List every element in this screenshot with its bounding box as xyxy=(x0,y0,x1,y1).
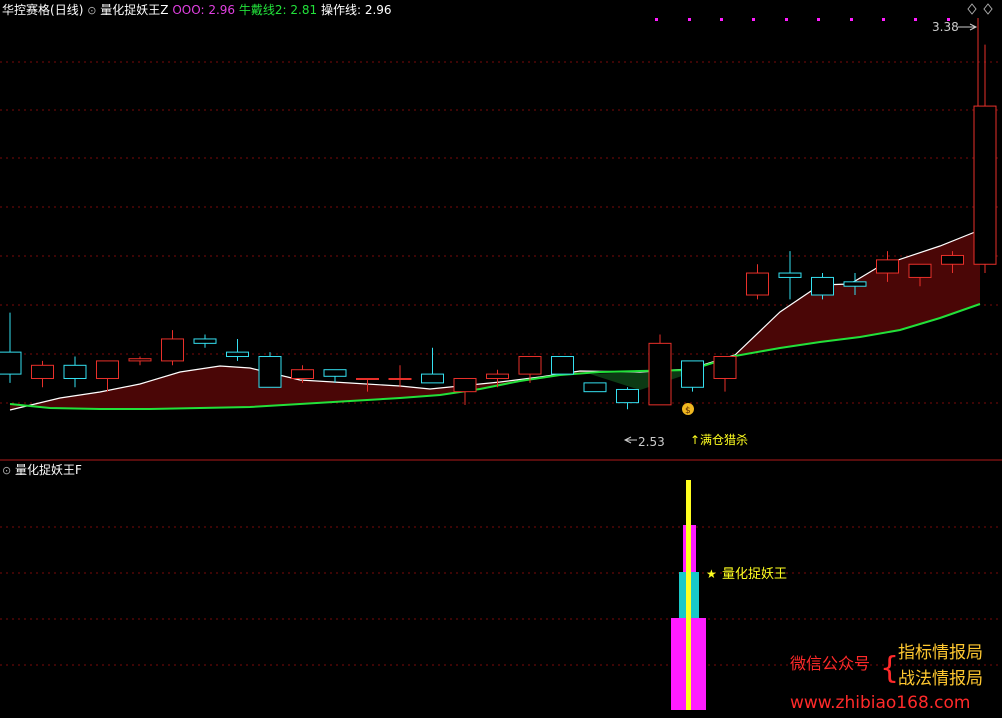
sub-indicator-name: 量化捉妖王F xyxy=(15,463,82,477)
candle xyxy=(258,352,282,388)
candle xyxy=(778,251,802,300)
candle xyxy=(388,365,412,388)
full-position-label: 满仓猎杀 xyxy=(700,432,748,447)
candle-body xyxy=(941,254,964,265)
candle xyxy=(681,360,704,392)
ooo-label: OOO: xyxy=(172,3,205,17)
up-arrow-icon: ↑ xyxy=(690,433,700,447)
candle xyxy=(96,360,119,392)
signal-bars xyxy=(671,480,706,710)
op-value: 2.96 xyxy=(364,3,392,17)
candle-body xyxy=(681,360,704,388)
candle-body xyxy=(226,351,249,358)
sub-grid xyxy=(0,526,1002,666)
brace-icon: { xyxy=(880,651,899,686)
chart-canvas: 3.38 2.53 $ ↑ 满仓猎杀 ★ 量化捉妖王 微信公众号 { 指标情报局… xyxy=(0,3,1002,713)
candle-body xyxy=(388,377,412,380)
candle-body xyxy=(128,358,152,362)
candle-body xyxy=(356,377,379,380)
candle xyxy=(616,387,639,410)
candle xyxy=(31,360,54,388)
op-label: 操作线: xyxy=(320,3,361,17)
candle xyxy=(811,273,834,300)
candle-body xyxy=(63,364,87,379)
candle xyxy=(551,356,574,375)
candle-body xyxy=(583,382,607,393)
candle-body xyxy=(453,377,477,393)
account-2: 战法情报局 xyxy=(898,669,983,689)
candle xyxy=(226,338,249,361)
candle-body xyxy=(973,105,997,265)
bull-value: 2.81 xyxy=(290,3,318,17)
candle-body xyxy=(616,388,639,404)
candle-body xyxy=(31,364,54,379)
high-price-label: 3.38 xyxy=(932,20,959,34)
ooo-value: 2.96 xyxy=(208,3,236,17)
svg-text:$: $ xyxy=(685,406,691,416)
candle xyxy=(193,334,217,348)
low-price-label: 2.53 xyxy=(638,435,665,449)
candle-body xyxy=(258,356,282,388)
candlesticks xyxy=(0,44,997,410)
money-bag-icon: $ xyxy=(682,403,694,416)
candle-body xyxy=(746,272,769,296)
candle-body xyxy=(648,342,672,406)
candle-body xyxy=(0,351,22,375)
candle xyxy=(128,356,152,366)
candle xyxy=(323,369,347,383)
bull-label: 牛戴线2: xyxy=(238,3,287,17)
diamond-icon-2[interactable] xyxy=(983,3,993,15)
candle xyxy=(161,330,184,366)
main-header: 华控赛格(日线) ⊙ 量化捉妖王Z OOO: 2.96 牛戴线2: 2.81 操… xyxy=(2,3,392,18)
candle-body xyxy=(778,272,802,278)
signal-dots xyxy=(655,18,950,21)
candle-body xyxy=(713,356,737,379)
candle xyxy=(746,264,769,300)
candle-body xyxy=(421,373,444,384)
candle xyxy=(421,347,444,384)
candle-body xyxy=(323,369,347,377)
chevron-down-icon[interactable]: ⊙ xyxy=(87,4,96,17)
candle-body xyxy=(161,338,184,362)
period-label: (日线) xyxy=(50,3,84,17)
candle-body xyxy=(908,263,932,278)
candle-body xyxy=(843,281,867,287)
wechat-label: 微信公众号 xyxy=(790,654,870,673)
indicator-name: 量化捉妖王Z xyxy=(100,3,169,17)
signal-label: 量化捉妖王 xyxy=(722,567,787,582)
candle xyxy=(0,312,22,383)
diamond-icon[interactable] xyxy=(967,3,977,15)
candle-body xyxy=(551,356,574,375)
candle-body xyxy=(811,276,834,296)
candle-body xyxy=(518,356,542,375)
candle-body xyxy=(193,338,217,344)
candle xyxy=(648,334,672,406)
candle xyxy=(713,356,737,392)
candle-body xyxy=(876,259,899,274)
candle xyxy=(63,356,87,388)
candle xyxy=(453,377,477,405)
candle-body xyxy=(291,369,314,379)
star-icon: ★ xyxy=(706,567,717,581)
candle xyxy=(583,382,607,393)
candle-body xyxy=(486,373,509,379)
account-1: 指标情报局 xyxy=(898,643,983,663)
candle-body xyxy=(96,360,119,379)
chevron-down-icon[interactable]: ⊙ xyxy=(2,464,11,477)
candle xyxy=(973,44,997,274)
sub-header: ⊙ 量化捉妖王F xyxy=(2,463,82,478)
website-label: www.zhibiao168.com xyxy=(790,693,970,713)
low-arrow-icon xyxy=(623,436,637,444)
main-grid xyxy=(0,61,1002,404)
stock-name: 华控赛格 xyxy=(2,3,51,17)
